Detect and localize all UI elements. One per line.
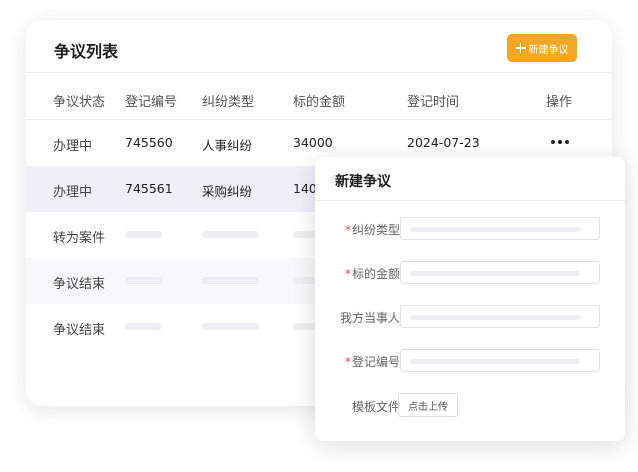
new-dispute-button-label: 新建争议 (528, 44, 569, 56)
required-mark: * (344, 267, 351, 281)
type-placeholder (202, 231, 259, 238)
amount-input[interactable] (400, 261, 600, 284)
new-dispute-dialog: 新建争议 *纠纷类型 *标的金额 我方当事人 *登记编号 模板文件 点击上传 (315, 157, 625, 441)
header-divider (26, 72, 612, 73)
id-placeholder (125, 323, 162, 330)
id-placeholder (125, 277, 162, 284)
id-cell: 745560 (125, 135, 173, 150)
required-mark: * (344, 355, 351, 369)
column-header-status: 争议状态 (53, 95, 106, 110)
status-cell: 转为案件 (53, 231, 106, 246)
our-party-label: 我方当事人 (339, 311, 400, 325)
type-placeholder (202, 277, 259, 284)
id-cell: 745561 (125, 181, 173, 196)
status-cell: 办理中 (53, 185, 93, 200)
dispute-type-input[interactable] (400, 217, 600, 240)
amount-cell: 34000 (293, 135, 333, 150)
type-cell: 采购纠纷 (202, 184, 253, 199)
column-header-time: 登记时间 (407, 95, 460, 110)
status-cell: 争议结束 (53, 277, 106, 292)
status-cell: 办理中 (53, 139, 93, 154)
amount-label: *标的金额 (344, 267, 400, 281)
column-header-type: 纠纷类型 (202, 95, 255, 110)
page-title: 争议列表 (54, 42, 119, 61)
template-file-label: 模板文件 (351, 400, 400, 414)
plus-icon (515, 43, 526, 53)
new-dispute-button[interactable]: 新建争议 (507, 34, 577, 62)
required-mark: * (344, 223, 351, 237)
registration-id-input[interactable] (400, 349, 600, 372)
id-placeholder (125, 231, 162, 238)
type-placeholder (202, 323, 259, 330)
column-header-id: 登记编号 (125, 95, 178, 110)
column-header-amount: 标的金额 (293, 95, 346, 110)
amount-cell: 140 (293, 181, 317, 196)
status-cell: 争议结束 (53, 323, 106, 338)
dispute-type-label: *纠纷类型 (344, 223, 400, 237)
time-cell: 2024-07-23 (407, 135, 480, 150)
dialog-title-divider (315, 200, 625, 201)
more-icon[interactable] (551, 140, 569, 144)
dialog-title: 新建争议 (335, 174, 391, 190)
type-cell: 人事纠纷 (202, 138, 253, 153)
registration-id-label: *登记编号 (344, 355, 400, 369)
upload-button[interactable]: 点击上传 (398, 393, 458, 417)
column-header-actions: 操作 (546, 95, 573, 110)
our-party-input[interactable] (400, 305, 600, 328)
